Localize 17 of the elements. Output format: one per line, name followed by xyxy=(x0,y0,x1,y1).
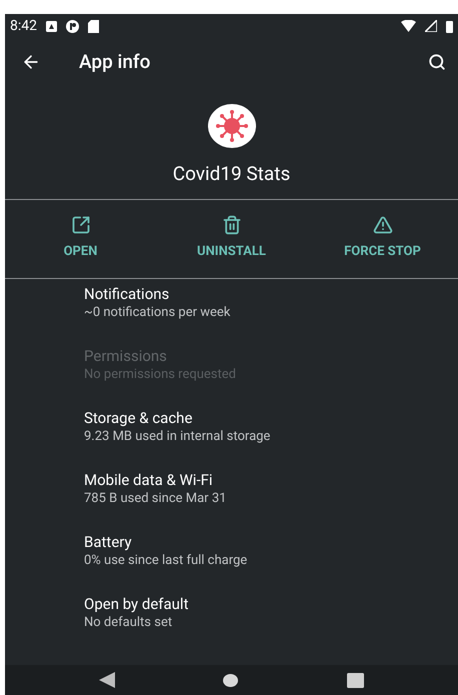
status-time: 8:42 xyxy=(10,16,37,36)
setting-title[interactable]: Battery xyxy=(84,532,132,552)
setting-title[interactable]: Notifications xyxy=(84,284,170,304)
action-button[interactable]: FORCE STOP xyxy=(307,200,458,278)
action-button[interactable]: OPEN xyxy=(5,200,156,278)
setting-summary: No defaults set xyxy=(84,614,172,632)
setting-summary: ~0 notifications per week xyxy=(84,304,230,322)
setting-title[interactable]: Storage & cache xyxy=(84,408,192,428)
setting-summary: No permissions requested xyxy=(84,366,236,384)
setting-title[interactable]: Open by default xyxy=(84,594,188,614)
app-name: Covid19 Stats xyxy=(172,161,290,187)
page-title: App info xyxy=(79,48,150,75)
setting-title[interactable]: Mobile data & Wi-Fi xyxy=(84,470,213,490)
setting-summary: 9.23 MB used in internal storage xyxy=(84,428,270,446)
setting-summary: 785 B used since Mar 31 xyxy=(84,490,226,508)
setting-summary: 0% use since last full charge xyxy=(84,552,248,570)
action-button[interactable]: UNINSTALL xyxy=(156,200,307,278)
